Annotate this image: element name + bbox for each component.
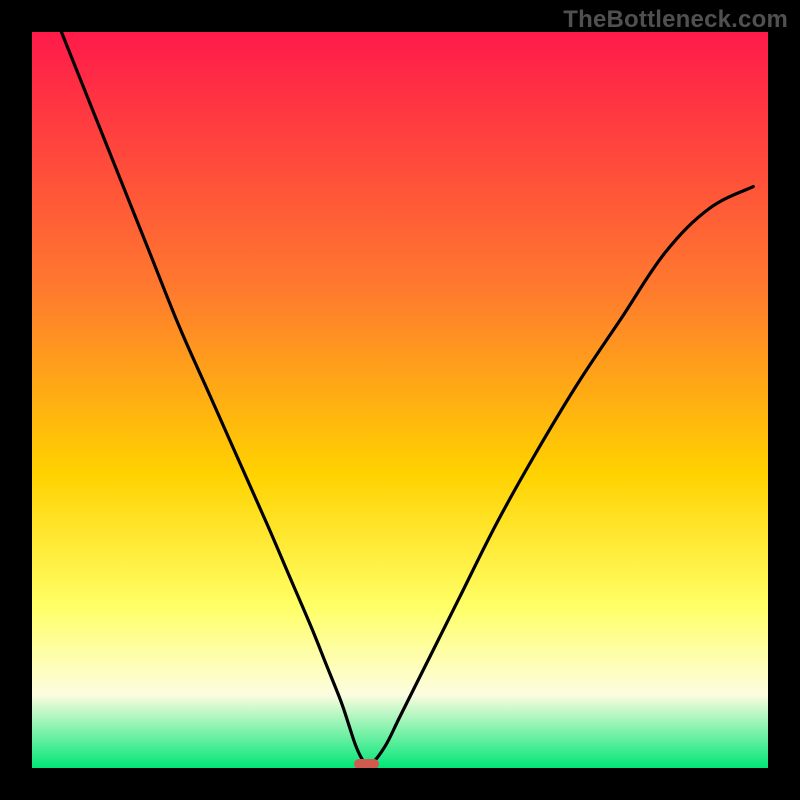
chart-svg xyxy=(32,32,768,768)
plot-area xyxy=(32,32,768,768)
minimum-marker xyxy=(354,759,379,768)
chart-frame: TheBottleneck.com xyxy=(0,0,800,800)
gradient-background xyxy=(32,32,768,768)
watermark-text: TheBottleneck.com xyxy=(563,6,788,34)
